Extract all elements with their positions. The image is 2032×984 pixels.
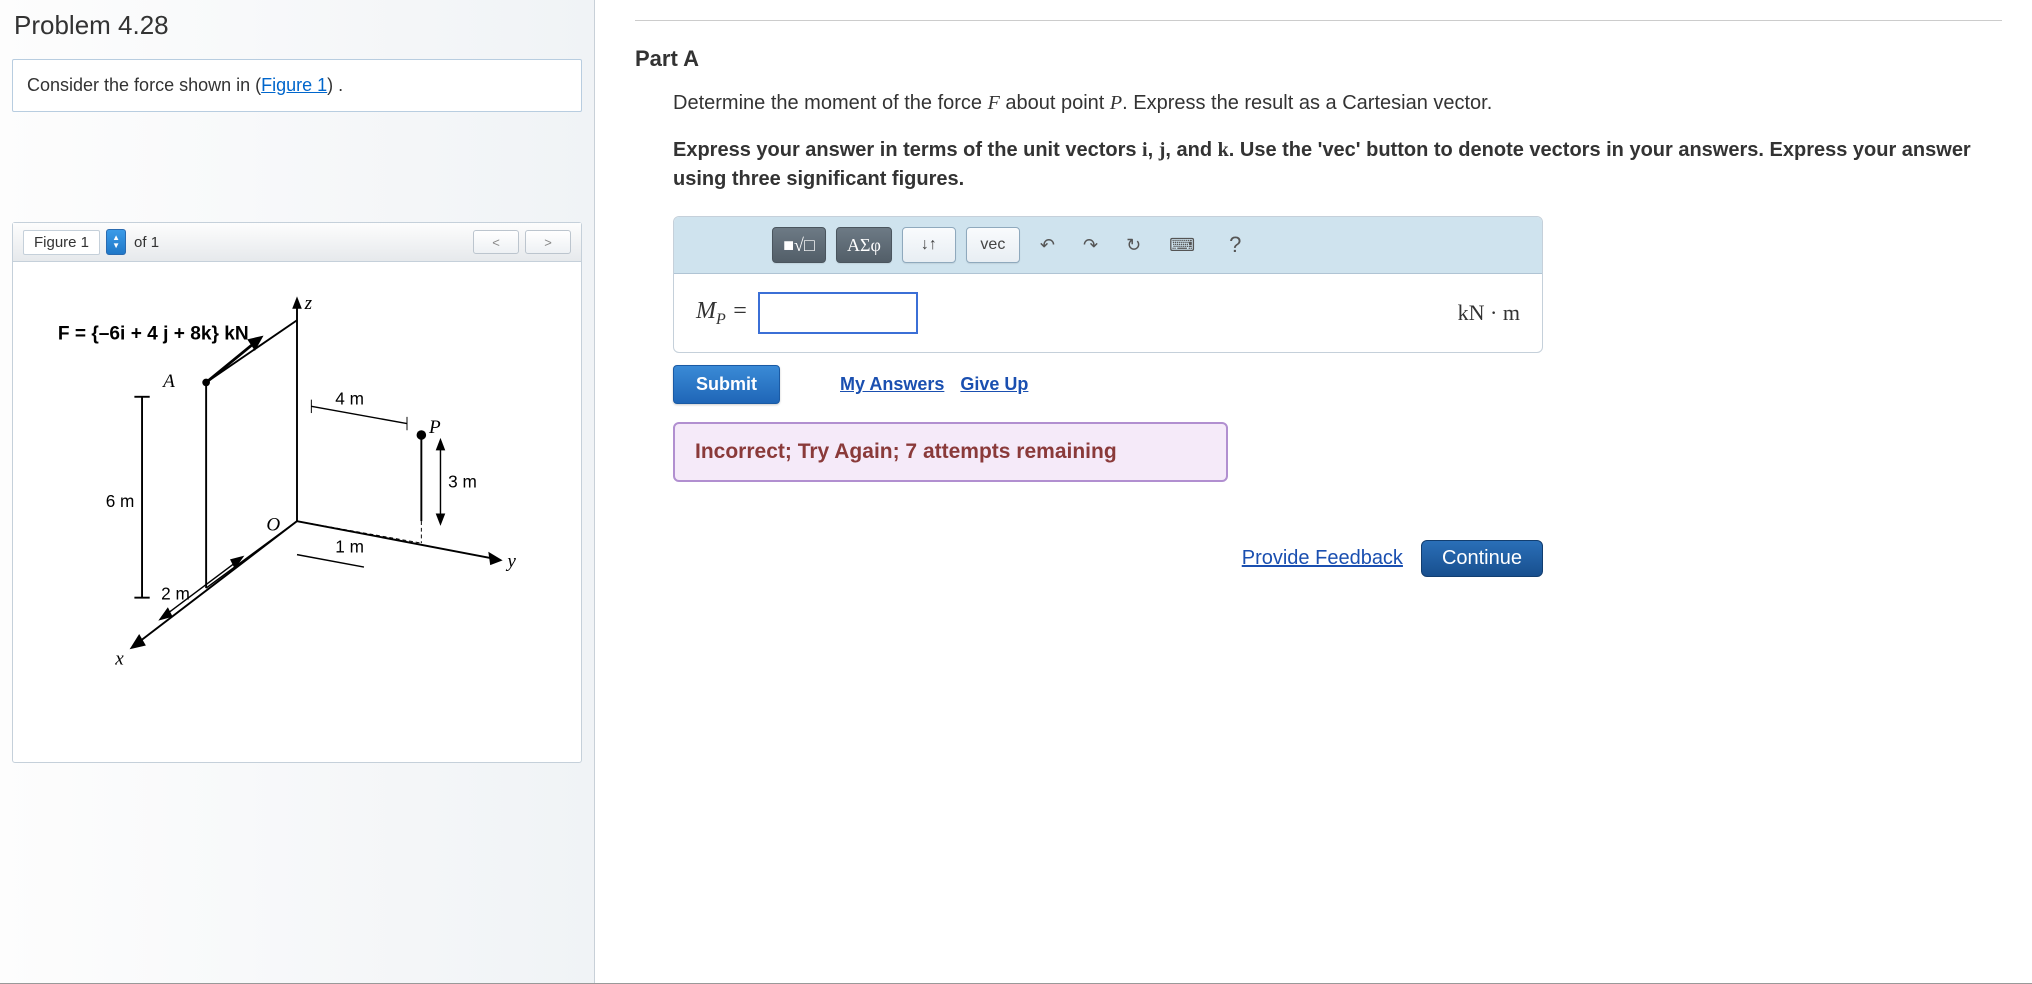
figure-panel: Figure 1 ▲▼ of 1 < > z y x — [12, 222, 582, 763]
subscript-button[interactable]: ↓↑ — [902, 227, 956, 263]
answer-unit: kN · m — [1458, 300, 1520, 326]
feedback-message: Incorrect; Try Again; 7 attempts remaini… — [673, 422, 1228, 482]
bottom-row: Provide Feedback Continue — [673, 540, 1543, 577]
svg-text:2 m: 2 m — [161, 584, 190, 604]
answer-row: MP = kN · m — [674, 274, 1542, 352]
figure-of-text: of 1 — [134, 234, 159, 251]
reset-button[interactable]: ↻ — [1126, 235, 1141, 256]
redo-button[interactable]: ↷ — [1083, 235, 1098, 256]
help-button[interactable]: ? — [1229, 232, 1241, 258]
svg-text:6 m: 6 m — [106, 491, 135, 511]
continue-button[interactable]: Continue — [1421, 540, 1543, 577]
part-prompt: Determine the moment of the force F abou… — [673, 88, 2002, 118]
figure-header: Figure 1 ▲▼ of 1 < > — [13, 223, 581, 262]
svg-text:O: O — [266, 515, 280, 536]
problem-statement-suffix: ) . — [327, 75, 343, 95]
figure-prev-button[interactable]: < — [473, 230, 519, 254]
svg-text:4 m: 4 m — [335, 388, 364, 408]
give-up-link[interactable]: Give Up — [960, 374, 1028, 395]
part-label: Part A — [635, 46, 2002, 72]
problem-statement-box: Consider the force shown in (Figure 1) . — [12, 59, 582, 112]
svg-text:3 m: 3 m — [448, 472, 477, 492]
answer-instructions: Express your answer in terms of the unit… — [673, 136, 2002, 194]
keyboard-button[interactable]: ⌨ — [1169, 235, 1195, 256]
svg-text:1 m: 1 m — [335, 537, 364, 557]
problem-title: Problem 4.28 — [12, 10, 582, 41]
submit-row: Submit My Answers Give Up — [673, 365, 2002, 404]
left-pane: Problem 4.28 Consider the force shown in… — [0, 0, 595, 984]
figure-stepper[interactable]: ▲▼ — [106, 229, 126, 255]
figure-diagram: z y x O A F = — [43, 282, 551, 722]
submit-button[interactable]: Submit — [673, 365, 780, 404]
svg-text:A: A — [161, 371, 175, 392]
svg-text:P: P — [428, 417, 441, 438]
figure-selector-label[interactable]: Figure 1 — [23, 230, 100, 255]
answer-variable: MP = — [696, 298, 748, 329]
greek-button[interactable]: ΑΣφ — [836, 227, 892, 263]
svg-text:F = {–6i + 4 j + 8k} kN: F = {–6i + 4 j + 8k} kN — [58, 323, 249, 344]
my-answers-link[interactable]: My Answers — [840, 374, 944, 395]
figure-link[interactable]: Figure 1 — [261, 75, 327, 95]
answer-input[interactable] — [758, 292, 918, 334]
figure-next-button[interactable]: > — [525, 230, 571, 254]
divider — [635, 20, 2002, 21]
figure-body: z y x O A F = — [13, 262, 581, 762]
right-pane: Part A Determine the moment of the force… — [595, 0, 2032, 984]
problem-statement-prefix: Consider the force shown in ( — [27, 75, 261, 95]
templates-button[interactable]: ■√□ — [772, 227, 826, 263]
undo-button[interactable]: ↶ — [1040, 235, 1055, 256]
svg-text:z: z — [304, 293, 313, 314]
equation-toolbar: ■√□ ΑΣφ ↓↑ vec ↶ ↷ ↻ ⌨ ? — [674, 217, 1542, 274]
provide-feedback-link[interactable]: Provide Feedback — [1242, 547, 1403, 570]
svg-text:x: x — [114, 649, 124, 670]
svg-text:y: y — [505, 551, 516, 572]
answer-box: ■√□ ΑΣφ ↓↑ vec ↶ ↷ ↻ ⌨ ? MP = kN · m — [673, 216, 1543, 353]
vec-button[interactable]: vec — [966, 227, 1020, 263]
